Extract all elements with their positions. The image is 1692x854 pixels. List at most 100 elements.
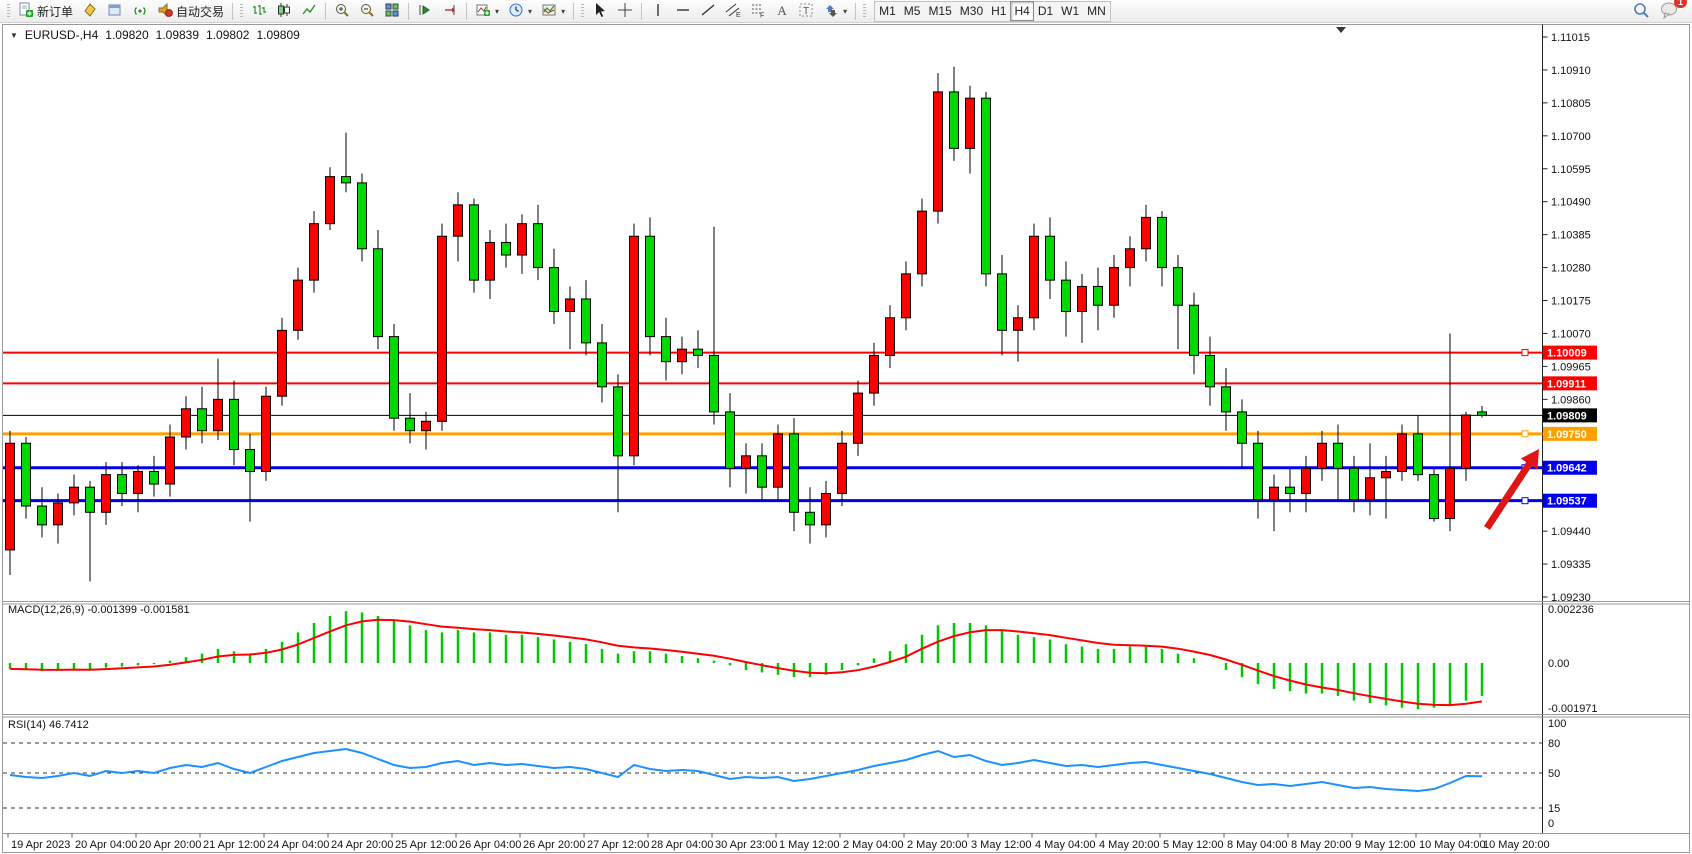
hline-handle[interactable]: [1522, 498, 1528, 504]
date-label: 9 May 12:00: [1355, 839, 1416, 851]
text-tool-button[interactable]: A: [771, 1, 793, 21]
price-tag-icon: [82, 2, 98, 21]
channel-tool-button[interactable]: E: [721, 1, 745, 21]
indicators-menu-button[interactable]: ▾: [471, 1, 503, 21]
chart-title-bar: ▼ EURUSD-,H4 1.09820 1.09839 1.09802 1.0…: [10, 28, 300, 42]
price-tick-label: 1.10385: [1551, 230, 1591, 242]
bar-chart-icon: [251, 2, 267, 21]
candlestick-mode-button[interactable]: [272, 1, 296, 21]
rsi-axis-label: 80: [1548, 738, 1560, 750]
periods-menu-button[interactable]: ▾: [504, 1, 536, 21]
rsi-axis-label: 50: [1548, 768, 1560, 780]
tf-button-h1[interactable]: H1: [987, 1, 1010, 21]
hline-handle[interactable]: [1522, 431, 1528, 437]
toolbar-separator: [855, 3, 856, 20]
dropdown-arrow-icon: ▾: [528, 7, 532, 16]
rsi-value: 46.7412: [49, 719, 89, 731]
text-label-tool-button[interactable]: T: [794, 1, 818, 21]
date-label: 2 May 04:00: [843, 839, 904, 851]
tf-button-mn[interactable]: MN: [1083, 1, 1110, 21]
new-order-icon: [18, 2, 34, 21]
price-tick-label: 1.10700: [1551, 131, 1591, 143]
rsi-indicator-label: RSI(14) 46.7412: [8, 719, 89, 731]
vertical-line-tool-button[interactable]: [646, 1, 670, 21]
price-tick-label: 1.10595: [1551, 164, 1591, 176]
date-label: 8 May 20:00: [1291, 839, 1352, 851]
clock-icon: [508, 2, 524, 21]
macd-name: MACD(12,26,9): [8, 604, 84, 616]
templates-menu-button[interactable]: ▾: [537, 1, 569, 21]
macd-axis-min: -0.001971: [1548, 703, 1598, 715]
notifications-button[interactable]: 1: [1660, 1, 1680, 22]
trendline-tool-button[interactable]: [696, 1, 720, 21]
collapse-arrow-icon[interactable]: ▼: [10, 31, 18, 40]
toolbar-drag-handle[interactable]: [7, 4, 10, 19]
rsi-axis-label: 0: [1548, 818, 1554, 830]
horizontal-line-tool-button[interactable]: [671, 1, 695, 21]
tf-button-w1[interactable]: W1: [1057, 1, 1083, 21]
toolbar-drag-handle[interactable]: [863, 4, 866, 19]
market-profile-button[interactable]: [78, 1, 102, 21]
date-label: 5 May 12:00: [1163, 839, 1224, 851]
zoom-out-button[interactable]: [355, 1, 379, 21]
zoom-in-button[interactable]: [330, 1, 354, 21]
main-toolbar: 新订单 自动交易 ▾ ▾ ▾ E F A T ▾ M1M5M15M30H1H4D…: [0, 0, 1692, 23]
toolbar-separator: [408, 3, 409, 20]
price-tick-label: 1.10805: [1551, 98, 1591, 110]
rsi-axis-label: 15: [1548, 803, 1560, 815]
toolbar-drag-handle[interactable]: [240, 4, 243, 19]
date-label: 10 May 04:00: [1419, 839, 1486, 851]
arrow-objects-icon: [823, 2, 839, 21]
price-tag-label: 1.09537: [1547, 496, 1587, 508]
svg-text:E: E: [736, 12, 741, 18]
date-label: 26 Apr 20:00: [523, 839, 585, 851]
cursor-arrow-icon: [592, 2, 608, 21]
date-label: 27 Apr 12:00: [587, 839, 649, 851]
auto-trading-label: 自动交易: [176, 3, 224, 20]
chart-symbol-period: EURUSD-,H4: [25, 28, 98, 42]
tf-button-m5[interactable]: M5: [900, 1, 925, 21]
price-tag-label: 1.09642: [1547, 463, 1587, 475]
chart-canvas[interactable]: 1.110151.109101.108051.107001.105951.104…: [0, 0, 1692, 854]
speaker-icon: [157, 2, 173, 21]
fibonacci-icon: F: [750, 2, 766, 21]
date-label: 20 Apr 20:00: [139, 839, 201, 851]
zoom-out-icon: [359, 2, 375, 21]
tf-button-m30[interactable]: M30: [956, 1, 987, 21]
signals-button[interactable]: [128, 1, 152, 21]
chart-shift-button[interactable]: [438, 1, 462, 21]
search-icon[interactable]: [1632, 1, 1650, 22]
price-tag-label: 1.10009: [1547, 348, 1587, 360]
dropdown-arrow-icon: ▾: [495, 7, 499, 16]
price-tick-label: 1.10070: [1551, 328, 1591, 340]
fibonacci-tool-button[interactable]: F: [746, 1, 770, 21]
depth-of-market-button[interactable]: [103, 1, 127, 21]
toolbar-separator: [573, 3, 574, 20]
crosshair-tool-button[interactable]: [613, 1, 637, 21]
price-tick-label: 1.10490: [1551, 197, 1591, 209]
hline-handle[interactable]: [1522, 350, 1528, 356]
toolbar-drag-handle[interactable]: [581, 4, 584, 19]
line-chart-mode-button[interactable]: [297, 1, 321, 21]
trendline-icon: [700, 2, 716, 21]
price-tag-label: 1.09809: [1547, 410, 1587, 422]
price-tag-label: 1.09750: [1547, 429, 1587, 441]
tile-windows-button[interactable]: [380, 1, 404, 21]
tf-button-h4[interactable]: H4: [1010, 1, 1033, 21]
date-label: 4 May 20:00: [1099, 839, 1160, 851]
rsi-name: RSI(14): [8, 719, 46, 731]
price-tick-label: 1.09335: [1551, 559, 1591, 571]
signal-waves-icon: [132, 2, 148, 21]
date-label: 1 May 12:00: [779, 839, 840, 851]
auto-scroll-button[interactable]: [413, 1, 437, 21]
tf-button-d1[interactable]: D1: [1034, 1, 1057, 21]
tf-button-m1[interactable]: M1: [875, 1, 900, 21]
bar-chart-mode-button[interactable]: [247, 1, 271, 21]
tf-button-m15[interactable]: M15: [924, 1, 955, 21]
cursor-tool-button[interactable]: [588, 1, 612, 21]
arrows-menu-button[interactable]: ▾: [819, 1, 851, 21]
notification-badge: 1: [1674, 0, 1687, 8]
new-order-button[interactable]: 新订单: [14, 1, 77, 21]
price-tick-label: 1.11015: [1551, 32, 1590, 44]
auto-trading-button[interactable]: 自动交易: [153, 1, 228, 21]
